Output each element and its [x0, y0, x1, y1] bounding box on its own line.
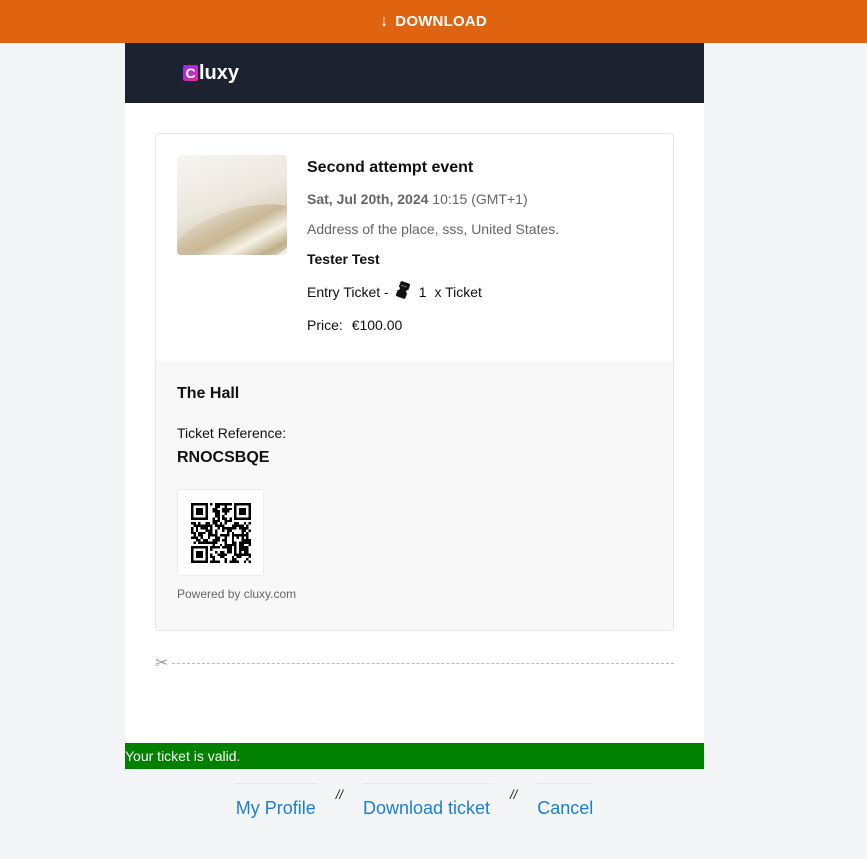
- status-message: Your ticket is valid.: [125, 748, 241, 764]
- price-value: €100.00: [351, 317, 403, 333]
- my-profile-link[interactable]: My Profile: [235, 783, 316, 819]
- event-datetime: Sat, Jul 20th, 2024 10:15 (GMT+1): [307, 191, 657, 207]
- cancel-link[interactable]: Cancel: [537, 783, 594, 819]
- event-details: Second attempt event Sat, Jul 20th, 2024…: [156, 134, 673, 361]
- logo-letter: C: [183, 65, 198, 81]
- cut-line: ✂: [155, 653, 674, 673]
- hall-name: The Hall: [177, 385, 240, 402]
- powered-by: Powered by cluxy.com: [177, 587, 297, 601]
- scissors-icon: ✂: [155, 655, 169, 672]
- footer-nav: My Profile // Download ticket // Cancel: [125, 783, 704, 833]
- price-label: Price:: [307, 317, 343, 333]
- ticket-type: Entry Ticket -: [307, 284, 389, 300]
- ticket-page: C luxy Second attempt event Sat, Jul 20t…: [125, 43, 704, 743]
- qr-code: [177, 489, 264, 576]
- event-title: Second attempt event: [307, 159, 474, 176]
- price-line: Price: €100.00: [307, 317, 657, 333]
- download-ticket-link[interactable]: Download ticket: [362, 783, 491, 819]
- ticket-icon: [395, 281, 411, 303]
- ticket-quantity-label: x Ticket: [434, 284, 482, 300]
- ticket-reference: RNOCSBQE: [177, 449, 270, 466]
- ticket-section: The Hall Ticket Reference: RNOCSBQE Powe…: [156, 361, 673, 630]
- event-address: Address of the place, sss, United States…: [307, 221, 560, 237]
- separator: //: [510, 787, 518, 802]
- logo-text: luxy: [199, 61, 240, 84]
- download-label: DOWNLOAD: [395, 13, 487, 30]
- ticket-quantity: 1: [418, 284, 427, 300]
- separator: //: [335, 787, 343, 802]
- event-time: 10:15 (GMT+1): [432, 191, 528, 207]
- download-button[interactable]: ↓ DOWNLOAD: [0, 0, 867, 43]
- arrow-down-icon: ↓: [380, 12, 389, 30]
- attendee-name: Tester Test: [307, 251, 380, 267]
- ticket-type-line: Entry Ticket - 1 x Ticket: [307, 281, 657, 303]
- cluxy-logo: C luxy: [183, 62, 239, 85]
- brand-header: C luxy: [125, 43, 704, 103]
- event-date: Sat, Jul 20th, 2024: [307, 191, 429, 207]
- event-info: Second attempt event Sat, Jul 20th, 2024…: [307, 159, 657, 333]
- ticket-card: Second attempt event Sat, Jul 20th, 2024…: [155, 133, 674, 631]
- event-image: [177, 155, 287, 255]
- ticket-reference-label: Ticket Reference:: [177, 425, 287, 441]
- status-banner: Your ticket is valid.: [125, 743, 704, 769]
